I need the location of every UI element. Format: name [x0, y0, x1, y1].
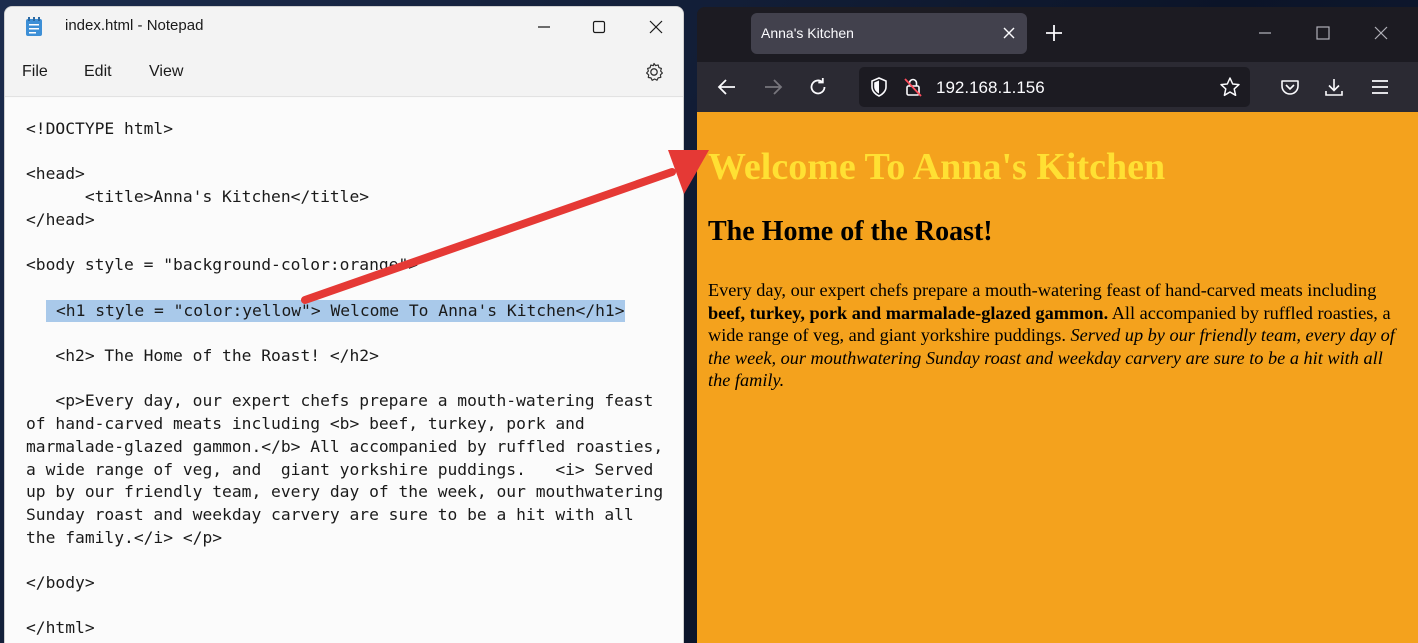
settings-gear-icon[interactable]: [643, 61, 665, 83]
browser-maximize-icon[interactable]: [1313, 23, 1333, 43]
page-paragraph: Every day, our expert chefs prepare a mo…: [708, 279, 1402, 392]
notepad-menubar: File Edit View: [5, 47, 683, 97]
address-bar[interactable]: 192.168.1.156: [859, 67, 1250, 107]
menu-file[interactable]: File: [22, 63, 48, 81]
tab-title: Anna's Kitchen: [761, 25, 854, 41]
close-icon: [649, 20, 663, 34]
paragraph-intro-text: Every day, our expert chefs prepare a mo…: [708, 280, 1377, 300]
pocket-icon[interactable]: [1279, 76, 1301, 98]
code-line: <body style = "background-color:orange">: [26, 255, 419, 275]
code-line: Sunday roast and weekday carvery are sur…: [26, 504, 634, 524]
code-line: up by our friendly team, every day of th…: [26, 482, 664, 502]
notepad-text-editor[interactable]: <!DOCTYPE html> <head> <title>Anna's Kitc…: [5, 98, 683, 643]
browser-navbar: 192.168.1.156: [697, 62, 1418, 112]
insecure-lock-icon[interactable]: [902, 76, 924, 98]
code-line: </head>: [26, 209, 95, 229]
code-line: <head>: [26, 164, 85, 184]
code-line: </body>: [26, 573, 95, 592]
maximize-button[interactable]: [570, 7, 628, 47]
hamburger-menu-icon[interactable]: [1369, 76, 1391, 98]
download-icon[interactable]: [1323, 76, 1345, 98]
code-line: <title>Anna's Kitchen</title>: [26, 187, 370, 207]
code-line: the family.</i> </p>: [26, 527, 223, 547]
code-line: of hand-carved meats including <b> beef,…: [26, 414, 585, 434]
browser-tabbar: Anna's Kitchen: [697, 7, 1418, 62]
browser-window: Anna's Kitchen 192.168.1.156 Welcome To …: [697, 7, 1418, 643]
new-tab-plus-icon[interactable]: [1044, 23, 1064, 43]
forward-arrow-icon[interactable]: [762, 76, 784, 98]
notepad-app-icon: [26, 17, 42, 36]
notepad-window: index.html - Notepad File Edit View <!DO…: [4, 6, 684, 643]
notepad-title: index.html - Notepad: [65, 17, 204, 34]
maximize-icon: [592, 20, 606, 34]
close-button[interactable]: [627, 7, 683, 47]
code-line: a wide range of veg, and giant yorkshire…: [26, 459, 654, 479]
tab-close-icon[interactable]: [1001, 25, 1017, 41]
page-heading-h1: Welcome To Anna's Kitchen: [708, 146, 1166, 188]
code-line: <!DOCTYPE html>: [26, 119, 174, 138]
minimize-button[interactable]: [515, 7, 573, 47]
url-text: 192.168.1.156: [936, 78, 1045, 97]
menu-view[interactable]: View: [149, 63, 183, 81]
browser-close-icon[interactable]: [1371, 23, 1391, 43]
code-line: marmalade-glazed gammon.</b> All accompa…: [26, 436, 664, 456]
back-arrow-icon[interactable]: [716, 76, 738, 98]
menu-edit[interactable]: Edit: [84, 63, 112, 81]
web-page-content: Welcome To Anna's Kitchen The Home of th…: [697, 112, 1418, 643]
notepad-titlebar[interactable]: index.html - Notepad: [5, 7, 683, 47]
browser-minimize-icon[interactable]: [1255, 23, 1275, 43]
reload-icon[interactable]: [807, 76, 829, 98]
browser-tab-active[interactable]: Anna's Kitchen: [751, 13, 1027, 54]
code-line: <h2> The Home of the Roast! </h2>: [26, 346, 379, 365]
paragraph-bold-text: beef, turkey, pork and marmalade-glazed …: [708, 302, 1109, 323]
page-heading-h2: The Home of the Roast!: [708, 216, 993, 247]
selected-code-line: <h1 style = "color:yellow"> Welcome To A…: [46, 299, 625, 322]
code-line: <p>Every day, our expert chefs prepare a…: [26, 391, 654, 411]
code-line: </html>: [26, 618, 95, 638]
bookmark-star-icon[interactable]: [1219, 76, 1241, 98]
minimize-icon: [538, 26, 550, 28]
shield-icon[interactable]: [868, 76, 890, 98]
